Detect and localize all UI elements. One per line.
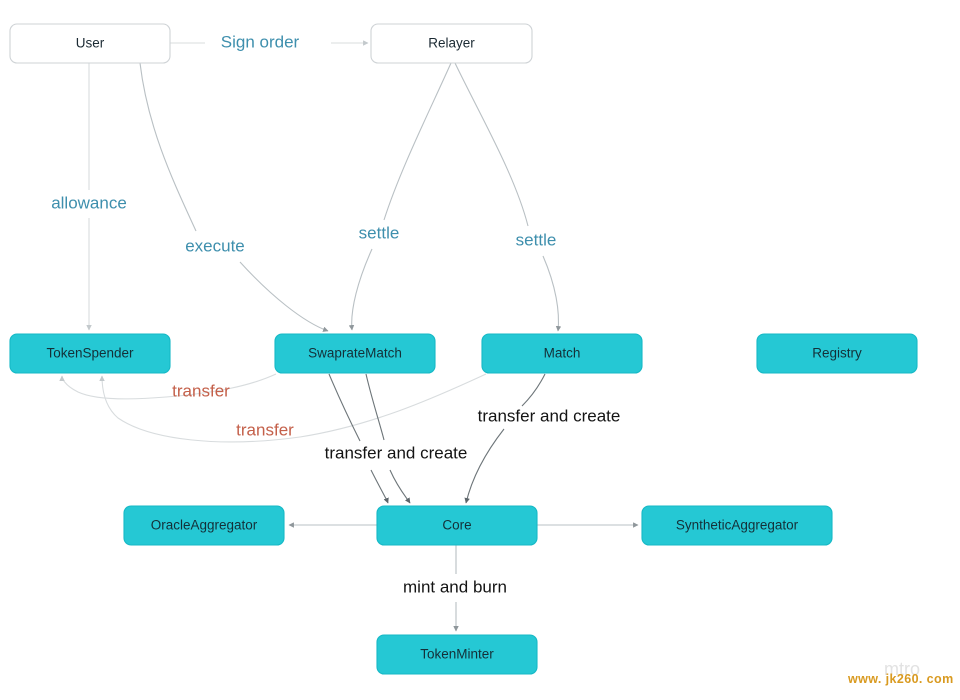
node-label: SyntheticAggregator xyxy=(676,518,799,533)
architecture-diagram-svg: User Relayer TokenSpender SwaprateMatch … xyxy=(9,23,954,686)
edge-label-transfer-create-1: transfer and create xyxy=(325,443,468,462)
edge-label-allowance: allowance xyxy=(51,193,127,212)
edge-label-settle-match: settle xyxy=(516,230,557,249)
edge-line xyxy=(454,62,529,227)
edge-line xyxy=(389,469,411,504)
edge-line xyxy=(383,62,452,221)
edge-transfer-create-1 xyxy=(328,373,411,504)
edge-settle-match xyxy=(454,62,562,332)
edge-line xyxy=(139,62,197,232)
edge-line xyxy=(370,469,389,504)
node-label: Registry xyxy=(812,346,862,361)
edge-line xyxy=(365,373,385,441)
edge-label-transfer-2: transfer xyxy=(236,420,294,439)
node-syntheticaggregator[interactable]: SyntheticAggregator xyxy=(641,505,833,546)
watermark-url: www. jk260. com xyxy=(847,672,954,686)
edge-line xyxy=(99,373,487,443)
edge-transfer-1 xyxy=(59,373,277,400)
node-relayer[interactable]: Relayer xyxy=(370,23,533,64)
edge-line xyxy=(464,428,505,504)
edge-label-transfer-1: transfer xyxy=(172,381,230,400)
node-label: TokenMinter xyxy=(420,647,494,662)
edge-execute xyxy=(139,62,329,332)
edge-label-execute: execute xyxy=(185,236,245,255)
edge-line xyxy=(521,373,546,407)
edge-label-transfer-create-2: transfer and create xyxy=(478,406,621,425)
edge-settle-swaprate xyxy=(348,62,452,331)
node-registry[interactable]: Registry xyxy=(756,333,918,374)
edge-line xyxy=(348,248,373,331)
node-label: User xyxy=(76,36,105,51)
node-tokenminter[interactable]: TokenMinter xyxy=(376,634,538,675)
edge-transfer-2 xyxy=(99,373,487,443)
edge-label-sign-order: Sign order xyxy=(221,32,300,51)
edge-label-settle-swaprate: settle xyxy=(359,223,400,242)
node-core[interactable]: Core xyxy=(376,505,538,546)
edge-line xyxy=(59,373,277,400)
edge-label-mint-burn: mint and burn xyxy=(403,577,507,596)
node-label: Core xyxy=(442,518,471,533)
node-oracleaggregator[interactable]: OracleAggregator xyxy=(123,505,285,546)
edge-line xyxy=(542,255,562,332)
node-label: Relayer xyxy=(428,36,475,51)
node-label: SwaprateMatch xyxy=(308,346,402,361)
node-label: TokenSpender xyxy=(46,346,134,361)
node-swapratematch[interactable]: SwaprateMatch xyxy=(274,333,436,374)
node-tokenspender[interactable]: TokenSpender xyxy=(9,333,171,374)
edge-line xyxy=(239,261,329,332)
node-label: OracleAggregator xyxy=(151,518,258,533)
node-user[interactable]: User xyxy=(9,23,171,64)
node-match[interactable]: Match xyxy=(481,333,643,374)
edge-transfer-create-2 xyxy=(464,373,546,504)
node-label: Match xyxy=(544,346,581,361)
diagram-canvas: User Relayer TokenSpender SwaprateMatch … xyxy=(0,0,960,700)
